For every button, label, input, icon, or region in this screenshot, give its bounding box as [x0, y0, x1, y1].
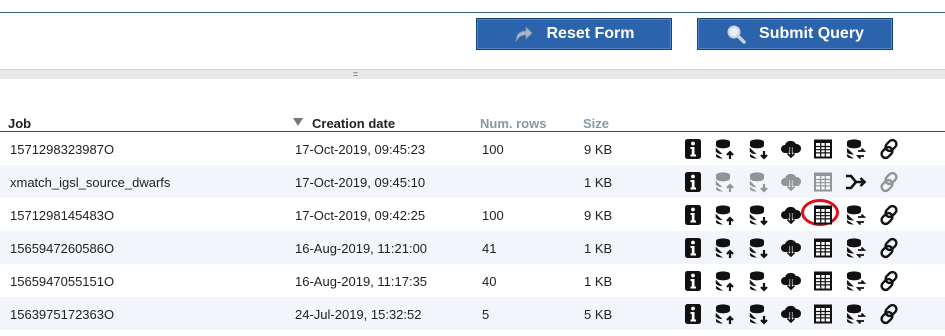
info-icon[interactable]: [682, 171, 704, 193]
download-from-database-icon: [748, 171, 770, 193]
upload-to-database-icon[interactable]: [714, 204, 736, 226]
upload-to-database-icon: [714, 171, 736, 193]
upload-to-database-icon[interactable]: [714, 270, 736, 292]
cloud-download-icon[interactable]: [780, 303, 802, 325]
submit-query-label: Submit Query: [759, 25, 864, 42]
view-table-icon[interactable]: [812, 237, 834, 259]
jobs-table-header: Job Creation date Num. rows Size: [0, 112, 945, 132]
job-name-cell: 1571298145483O: [10, 208, 115, 223]
upload-to-database-icon[interactable]: [714, 303, 736, 325]
upload-to-database-icon[interactable]: [714, 237, 736, 259]
jobs-table: Job Creation date Num. rows Size 1571298…: [0, 112, 945, 330]
job-name-cell: 1565947055151O: [10, 274, 115, 289]
table-row[interactable]: xmatch_igsl_source_dwarfs 17-Oct-2019, 09…: [0, 165, 945, 198]
table-row[interactable]: 1571298145483O 17-Oct-2019, 09:42:25 100 9 …: [0, 198, 945, 231]
download-from-database-icon[interactable]: [748, 138, 770, 160]
top-rule: [0, 12, 945, 13]
cloud-download-icon: [780, 171, 802, 193]
creation-date-cell: 17-Oct-2019, 09:42:25: [295, 208, 426, 223]
column-header-creation-date[interactable]: Creation date: [312, 116, 395, 131]
download-from-database-icon[interactable]: [748, 303, 770, 325]
num-rows-cell: 40: [482, 274, 497, 289]
table-row[interactable]: 1563975172363O 24-Jul-2019, 15:32:52 5 5 KB: [0, 297, 945, 330]
size-cell: 5 KB: [584, 307, 613, 322]
info-icon[interactable]: [682, 303, 704, 325]
view-table-icon[interactable]: [812, 204, 834, 226]
info-icon[interactable]: [682, 204, 704, 226]
job-name-cell: 1563975172363O: [10, 307, 115, 322]
view-table-icon[interactable]: [812, 138, 834, 160]
table-row[interactable]: 1565947260586O 16-Aug-2019, 11:21:00 41 1 K…: [0, 231, 945, 264]
num-rows-cell: 5: [482, 307, 490, 322]
database-share-icon[interactable]: [845, 204, 867, 226]
info-icon[interactable]: [682, 237, 704, 259]
column-header-size[interactable]: Size: [583, 116, 609, 131]
num-rows-cell: 100: [482, 208, 504, 223]
download-from-database-icon[interactable]: [748, 237, 770, 259]
view-table-icon[interactable]: [812, 270, 834, 292]
panel-splitter[interactable]: =: [0, 69, 945, 79]
size-cell: 1 KB: [584, 274, 613, 289]
link-icon: [878, 171, 900, 193]
cloud-download-icon[interactable]: [780, 237, 802, 259]
num-rows-cell: 41: [482, 241, 497, 256]
database-share-icon[interactable]: [845, 138, 867, 160]
column-header-job[interactable]: Job: [8, 116, 31, 131]
creation-date-cell: 24-Jul-2019, 15:32:52: [295, 307, 422, 322]
info-icon[interactable]: [682, 138, 704, 160]
database-share-icon[interactable]: [845, 303, 867, 325]
jobs-table-body: 1571298323987O 17-Oct-2019, 09:45:23 100 9 …: [0, 132, 945, 330]
sort-descending-icon[interactable]: [293, 118, 303, 126]
creation-date-cell: 16-Aug-2019, 11:17:35: [295, 274, 428, 289]
reset-form-button[interactable]: Reset Form: [476, 18, 672, 50]
link-icon[interactable]: [878, 204, 900, 226]
magnifier-icon: [726, 24, 746, 44]
submit-query-button[interactable]: Submit Query: [697, 18, 893, 50]
upload-to-database-icon[interactable]: [714, 138, 736, 160]
size-cell: 1 KB: [584, 175, 613, 190]
database-share-icon[interactable]: [845, 270, 867, 292]
reset-form-label: Reset Form: [546, 25, 635, 42]
download-from-database-icon[interactable]: [748, 270, 770, 292]
creation-date-cell: 16-Aug-2019, 11:21:00: [295, 241, 428, 256]
link-icon[interactable]: [878, 138, 900, 160]
size-cell: 1 KB: [584, 241, 613, 256]
reset-arrow-icon: [513, 24, 534, 44]
table-row[interactable]: 1571298323987O 17-Oct-2019, 09:45:23 100 9 …: [0, 132, 945, 165]
cloud-download-icon[interactable]: [780, 138, 802, 160]
splitter-grip-icon[interactable]: =: [353, 70, 358, 79]
download-from-database-icon[interactable]: [748, 204, 770, 226]
num-rows-cell: 100: [482, 142, 504, 157]
job-name-cell: xmatch_igsl_source_dwarfs: [10, 175, 171, 190]
cloud-download-icon[interactable]: [780, 204, 802, 226]
crossmatch-merge-icon[interactable]: [845, 171, 867, 193]
table-row[interactable]: 1565947055151O 16-Aug-2019, 11:17:35 40 1 K…: [0, 264, 945, 297]
creation-date-cell: 17-Oct-2019, 09:45:10: [295, 175, 426, 190]
column-header-num-rows[interactable]: Num. rows: [480, 116, 546, 131]
link-icon[interactable]: [878, 237, 900, 259]
view-table-icon: [812, 171, 834, 193]
database-share-icon[interactable]: [845, 237, 867, 259]
size-cell: 9 KB: [584, 208, 613, 223]
job-name-cell: 1565947260586O: [10, 241, 115, 256]
info-icon[interactable]: [682, 270, 704, 292]
view-table-icon[interactable]: [812, 303, 834, 325]
link-icon[interactable]: [878, 303, 900, 325]
cloud-download-icon[interactable]: [780, 270, 802, 292]
link-icon[interactable]: [878, 270, 900, 292]
job-name-cell: 1571298323987O: [10, 142, 115, 157]
creation-date-cell: 17-Oct-2019, 09:45:23: [295, 142, 426, 157]
size-cell: 9 KB: [584, 142, 613, 157]
